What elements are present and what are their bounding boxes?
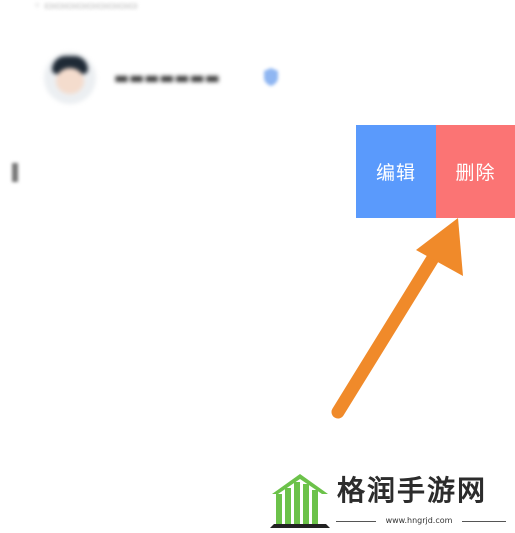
- delete-button[interactable]: 删除: [436, 125, 515, 218]
- blurred-top-text: ◦ ▭▭▭▭▭▭▭▭▭: [34, 0, 138, 12]
- arrow-up-right-icon: [331, 218, 463, 419]
- contact-row[interactable]: ▬▬▬▬▬▬▬: [44, 52, 304, 108]
- watermark-brand-text: 格润手游网: [337, 474, 488, 507]
- vip-badge-icon: [264, 68, 278, 86]
- avatar: [44, 52, 96, 104]
- edit-button[interactable]: 编辑: [356, 125, 436, 218]
- watermark-line-left: [336, 521, 376, 522]
- green-house-logo-icon: [270, 474, 330, 528]
- contact-name-blurred: ▬▬▬▬▬▬▬: [114, 68, 220, 87]
- watermark-line-right: [462, 521, 506, 522]
- left-edge-fragment: ▌: [12, 163, 20, 182]
- watermark-url: www.hngrjd.com: [385, 516, 453, 525]
